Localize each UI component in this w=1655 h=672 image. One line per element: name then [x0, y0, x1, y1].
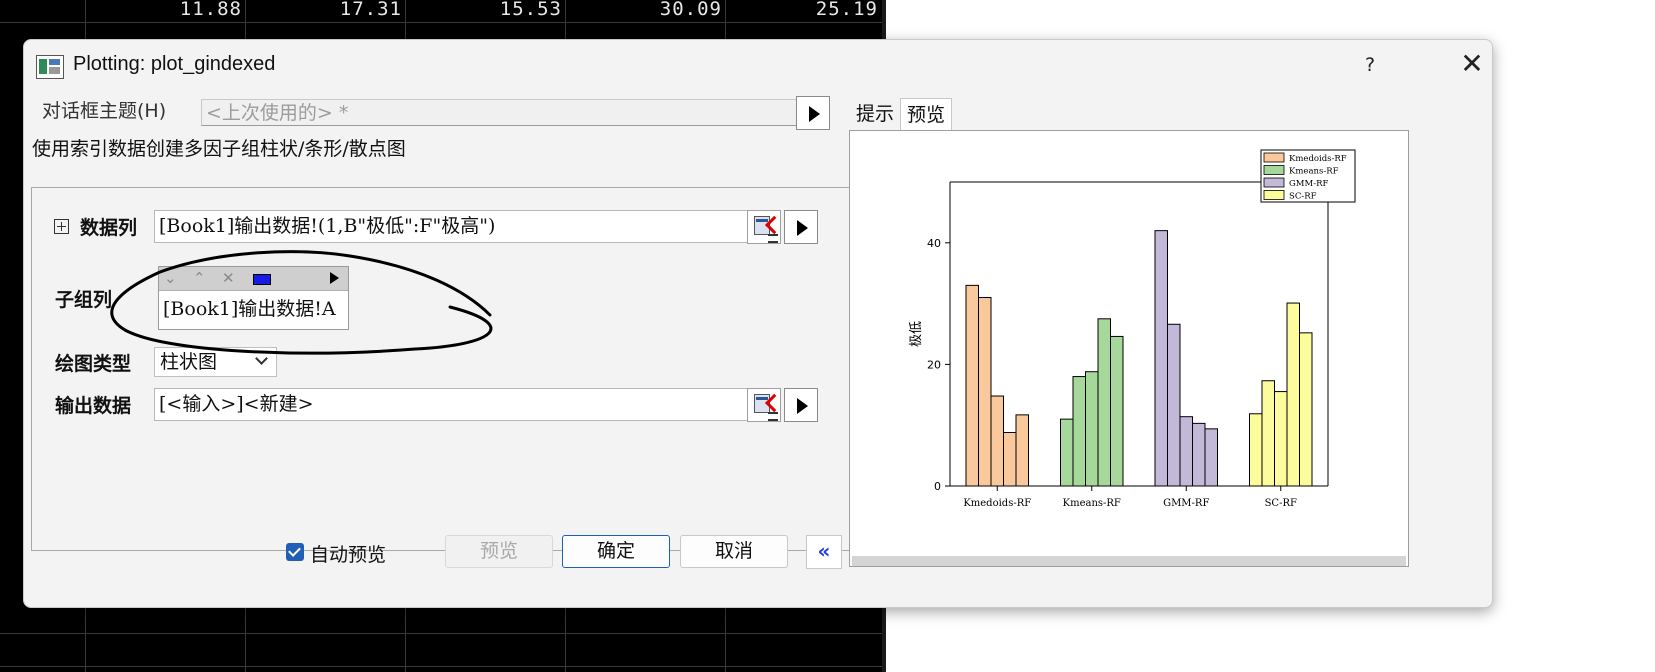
play-icon — [809, 106, 820, 122]
data-col-label: 数据列 — [80, 217, 138, 239]
bar — [1274, 391, 1288, 487]
theme-arrow-button[interactable] — [796, 96, 830, 130]
plottype-select[interactable]: 柱状图 — [154, 347, 277, 377]
bar — [1167, 323, 1181, 487]
bar — [1003, 431, 1017, 487]
chevron-down-icon — [255, 352, 268, 365]
plotting-dialog: Plotting: plot_gindexed ? ✕ 对话框主题(H) <上次… — [23, 39, 1493, 608]
legend-label: SC-RF — [1289, 192, 1317, 202]
bar — [1299, 332, 1313, 487]
bar — [965, 284, 979, 487]
output-label: 输出数据 — [55, 395, 132, 417]
theme-label: 对话框主题(H) — [42, 100, 167, 122]
legend-label: Kmeans-RF — [1289, 167, 1339, 177]
sheet-cell: 30.09 — [659, 0, 722, 20]
sheet-cell: 15.53 — [499, 0, 562, 20]
bar — [1097, 318, 1111, 487]
cancel-button[interactable]: 取消 — [680, 535, 788, 568]
theme-input[interactable]: <上次使用的> * — [201, 99, 829, 126]
up-icon[interactable]: ⌃ — [193, 269, 206, 287]
output-picker-button[interactable] — [747, 388, 784, 422]
bar — [1192, 422, 1206, 487]
tab-hint[interactable]: 提示 — [850, 98, 900, 130]
expand-icon[interactable] — [54, 219, 69, 234]
data-col-picker-button[interactable] — [747, 210, 784, 244]
delete-icon[interactable]: ✕ — [222, 269, 235, 287]
bar — [1286, 302, 1300, 487]
legend-swatch — [1263, 165, 1285, 175]
play-icon[interactable] — [330, 272, 339, 284]
legend-label: GMM-RF — [1289, 179, 1328, 189]
sheet-cell: 25.19 — [815, 0, 878, 20]
play-icon — [797, 398, 808, 414]
preview-scrollbar[interactable] — [852, 556, 1406, 566]
data-col-input[interactable]: [Book1]输出数据!(1,B"极低":F"极高") — [154, 210, 769, 243]
subgroup-toolbar: ⌄ ⌃ ✕ — [159, 267, 348, 291]
preview-button[interactable]: 预览 — [445, 535, 553, 568]
y-tick-label: 20 — [927, 358, 941, 371]
bar — [978, 297, 992, 487]
close-button[interactable]: ✕ — [1454, 49, 1490, 81]
y-tick-label: 0 — [934, 480, 941, 493]
app-icon — [36, 55, 64, 79]
auto-preview-label: 自动预览 — [310, 544, 387, 566]
help-button[interactable]: ? — [1350, 50, 1390, 80]
bar — [1015, 414, 1029, 487]
bar — [990, 395, 1004, 487]
bar — [1261, 380, 1275, 487]
blue-rect-icon[interactable] — [253, 274, 271, 285]
plottype-label: 绘图类型 — [55, 353, 132, 375]
subgroup-value[interactable]: [Book1]输出数据!A — [163, 294, 336, 321]
subgroup-list[interactable]: ⌄ ⌃ ✕ [Book1]输出数据!A — [158, 266, 349, 330]
output-input[interactable]: [<输入>]<新建> — [154, 388, 769, 421]
plottype-value: 柱状图 — [160, 351, 218, 373]
x-tick-label: Kmeans-RF — [1063, 498, 1121, 509]
sheet-cell: 17.31 — [339, 0, 402, 20]
legend-label: Kmedoids-RF — [1289, 154, 1347, 164]
auto-preview-checkbox[interactable] — [286, 543, 304, 561]
bar — [1179, 416, 1193, 487]
y-axis-title: 极低 — [909, 321, 924, 347]
bar — [1154, 230, 1168, 487]
subgroup-label: 子组列 — [55, 289, 113, 311]
data-col-arrow-button[interactable] — [784, 210, 818, 244]
ok-button[interactable]: 确定 — [562, 535, 670, 568]
tab-preview[interactable]: 预览 — [900, 98, 953, 131]
bar — [1085, 371, 1099, 487]
bar — [1060, 418, 1074, 487]
output-arrow-button[interactable] — [784, 388, 818, 422]
y-tick-label: 40 — [927, 237, 941, 250]
bar — [1072, 376, 1086, 487]
x-tick-label: SC-RF — [1265, 498, 1297, 509]
dialog-title: Plotting: plot_gindexed — [73, 53, 276, 75]
preview-chart: 0 20 40 极低 Kmedoids-RF Kmeans-RF GMM-RF SC-RF Km… — [909, 149, 1356, 509]
x-tick-label: GMM-RF — [1163, 498, 1209, 509]
legend-swatch — [1263, 190, 1285, 200]
dialog-description: 使用索引数据创建多因子组柱状/条形/散点图 — [32, 138, 406, 160]
collapse-button[interactable]: « — [806, 535, 842, 569]
bar — [1204, 428, 1218, 487]
bar — [1110, 335, 1124, 487]
legend-swatch — [1263, 177, 1285, 188]
sheet-cell: 11.88 — [179, 0, 242, 20]
x-tick-label: Kmedoids-RF — [963, 498, 1031, 509]
play-icon — [797, 220, 808, 236]
dialog-titlebar[interactable]: Plotting: plot_gindexed ? ✕ — [24, 40, 1492, 90]
legend-swatch — [1263, 152, 1285, 163]
bar — [1249, 413, 1263, 487]
down-icon[interactable]: ⌄ — [164, 269, 177, 287]
